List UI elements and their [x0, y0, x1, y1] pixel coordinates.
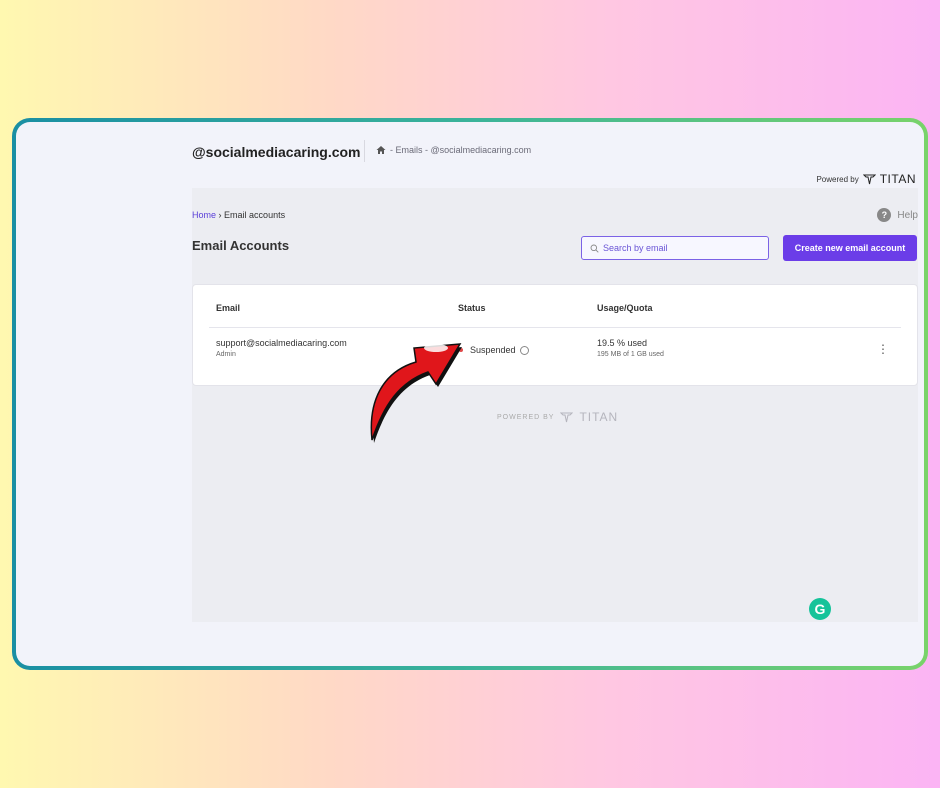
row-role: Admin — [216, 351, 236, 358]
column-header-email: Email — [216, 303, 241, 313]
search-input[interactable] — [603, 243, 753, 253]
status-text: Suspended — [470, 345, 516, 355]
kebab-menu-icon[interactable]: ⋮ — [877, 343, 889, 355]
page-title: Email Accounts — [192, 238, 290, 253]
titan-footer-logo-icon — [560, 412, 574, 422]
top-bar: @socialmediacaring.com - Emails - @socia… — [192, 140, 916, 192]
breadcrumb: Home › Email accounts — [192, 210, 285, 220]
breadcrumb-separator: › — [218, 210, 222, 220]
create-email-account-button[interactable]: Create new email account — [783, 235, 917, 261]
usage-percent: 19.5 % used — [597, 338, 648, 348]
top-breadcrumb-text[interactable]: - Emails - @socialmediacaring.com — [390, 145, 531, 155]
usage-detail: 195 MB of 1 GB used — [597, 351, 664, 358]
screenshot-frame: @socialmediacaring.com - Emails - @socia… — [12, 118, 928, 670]
top-breadcrumb: - Emails - @socialmediacaring.com — [376, 145, 531, 155]
column-header-usage: Usage/Quota — [597, 303, 653, 313]
powered-by-label: Powered by — [816, 174, 859, 184]
help-icon[interactable]: ? — [877, 208, 892, 222]
red-arrow-icon — [370, 343, 462, 443]
help-label[interactable]: Help — [897, 210, 918, 221]
grammarly-icon[interactable]: G — [809, 598, 831, 620]
header-divider — [364, 140, 365, 162]
breadcrumb-current: Email accounts — [224, 210, 286, 220]
titan-logo-icon — [862, 174, 876, 184]
search-box[interactable] — [581, 236, 769, 260]
titan-brand: TITAN — [879, 172, 916, 186]
powered-by-header: Powered by TITAN — [816, 172, 916, 186]
home-icon[interactable] — [376, 145, 386, 155]
footer-titan-brand: TITAN — [579, 410, 619, 424]
app-window: @socialmediacaring.com - Emails - @socia… — [16, 122, 924, 666]
table-header-divider — [209, 327, 901, 328]
domain-title: @socialmediacaring.com — [192, 144, 361, 160]
footer-powered-by-label: POWERED BY — [497, 413, 555, 421]
search-icon — [590, 244, 599, 253]
status-badge: Suspended — [470, 345, 530, 356]
email-accounts-table: Email Status Usage/Quota support@socialm… — [192, 284, 918, 386]
info-icon[interactable] — [520, 346, 530, 356]
column-header-status: Status — [458, 303, 486, 313]
breadcrumb-home-link[interactable]: Home — [192, 210, 216, 220]
main-content: Home › Email accounts ? Help Email Accou… — [192, 188, 918, 622]
help-link[interactable]: ? Help — [877, 208, 918, 222]
powered-by-footer: POWERED BY TITAN — [497, 410, 618, 424]
row-email[interactable]: support@socialmediacaring.com — [216, 338, 347, 348]
